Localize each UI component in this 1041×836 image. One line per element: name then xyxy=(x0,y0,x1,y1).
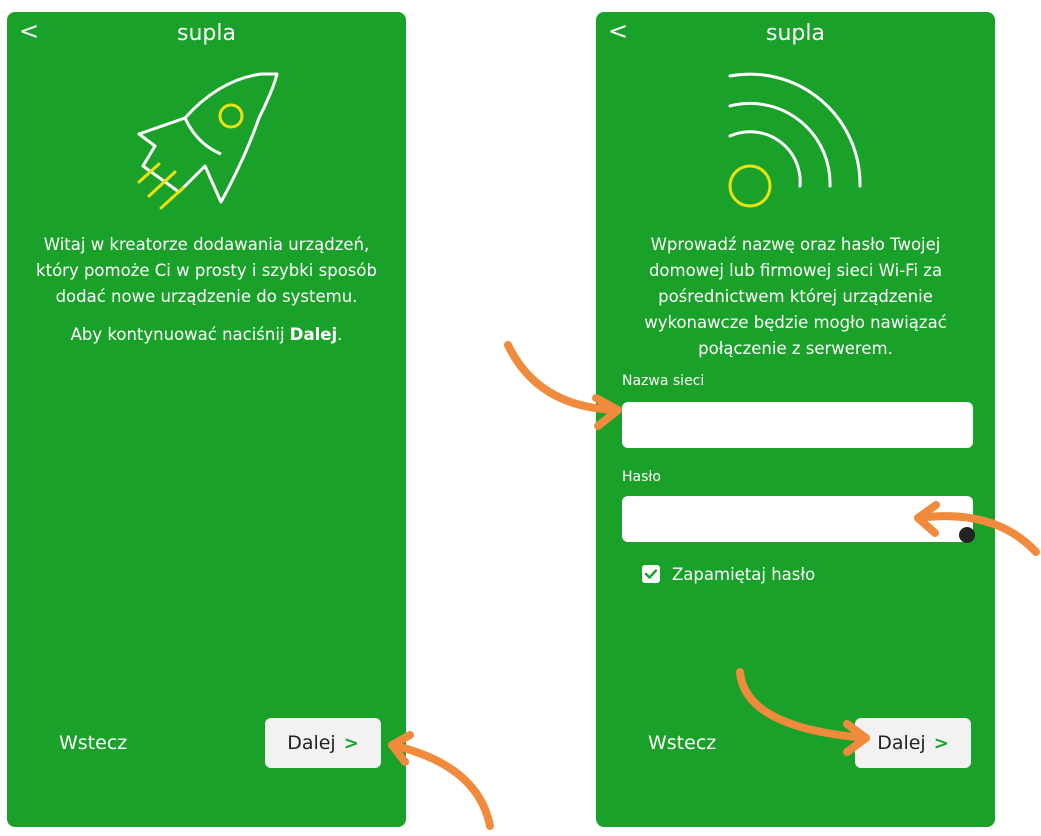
password-input[interactable] xyxy=(622,496,973,542)
next-button-label: Dalej xyxy=(287,732,336,754)
app-title: supla xyxy=(766,21,825,46)
chevron-right-icon: > xyxy=(343,732,359,754)
continue-instruction: Aby kontynuować naciśnij Dalej. xyxy=(70,325,343,344)
wifi-config-screen: < supla Wprowadź nazwę oraz hasło Twojej… xyxy=(596,12,995,827)
remember-password-label: Zapamiętaj hasło xyxy=(672,564,816,584)
header: < supla xyxy=(7,12,406,56)
next-button[interactable]: Dalej > xyxy=(855,718,971,768)
password-label: Hasło xyxy=(622,469,661,485)
app-title: supla xyxy=(177,21,236,46)
dalej-emphasis: Dalej xyxy=(289,325,338,344)
welcome-screen: < supla Witaj w kreatorze dodawania urzą… xyxy=(7,12,406,827)
arrow-to-next-left xyxy=(388,731,494,830)
remember-password-row[interactable]: Zapamiętaj hasło xyxy=(642,562,815,586)
header: < supla xyxy=(596,12,995,56)
back-button[interactable]: Wstecz xyxy=(59,732,127,754)
wifi-signal-icon xyxy=(728,72,862,208)
next-button-label: Dalej xyxy=(877,732,926,754)
show-password-icon[interactable] xyxy=(959,527,975,543)
network-name-label: Nazwa sieci xyxy=(622,373,705,389)
welcome-description: Witaj w kreatorze dodawania urządzeń, kt… xyxy=(25,232,388,348)
checkmark-icon xyxy=(644,569,658,579)
wifi-description: Wprowadź nazwę oraz hasło Twojej domowej… xyxy=(614,232,977,362)
chevron-right-icon: > xyxy=(933,732,949,754)
network-name-input[interactable] xyxy=(622,402,973,448)
remember-password-checkbox[interactable] xyxy=(642,565,660,583)
back-button[interactable]: Wstecz xyxy=(648,732,716,754)
rocket-icon xyxy=(137,72,279,210)
welcome-text: Witaj w kreatorze dodawania urządzeń, kt… xyxy=(36,235,377,306)
wifi-instruction-text: Wprowadź nazwę oraz hasło Twojej domowej… xyxy=(644,235,947,358)
next-button[interactable]: Dalej > xyxy=(265,718,381,768)
